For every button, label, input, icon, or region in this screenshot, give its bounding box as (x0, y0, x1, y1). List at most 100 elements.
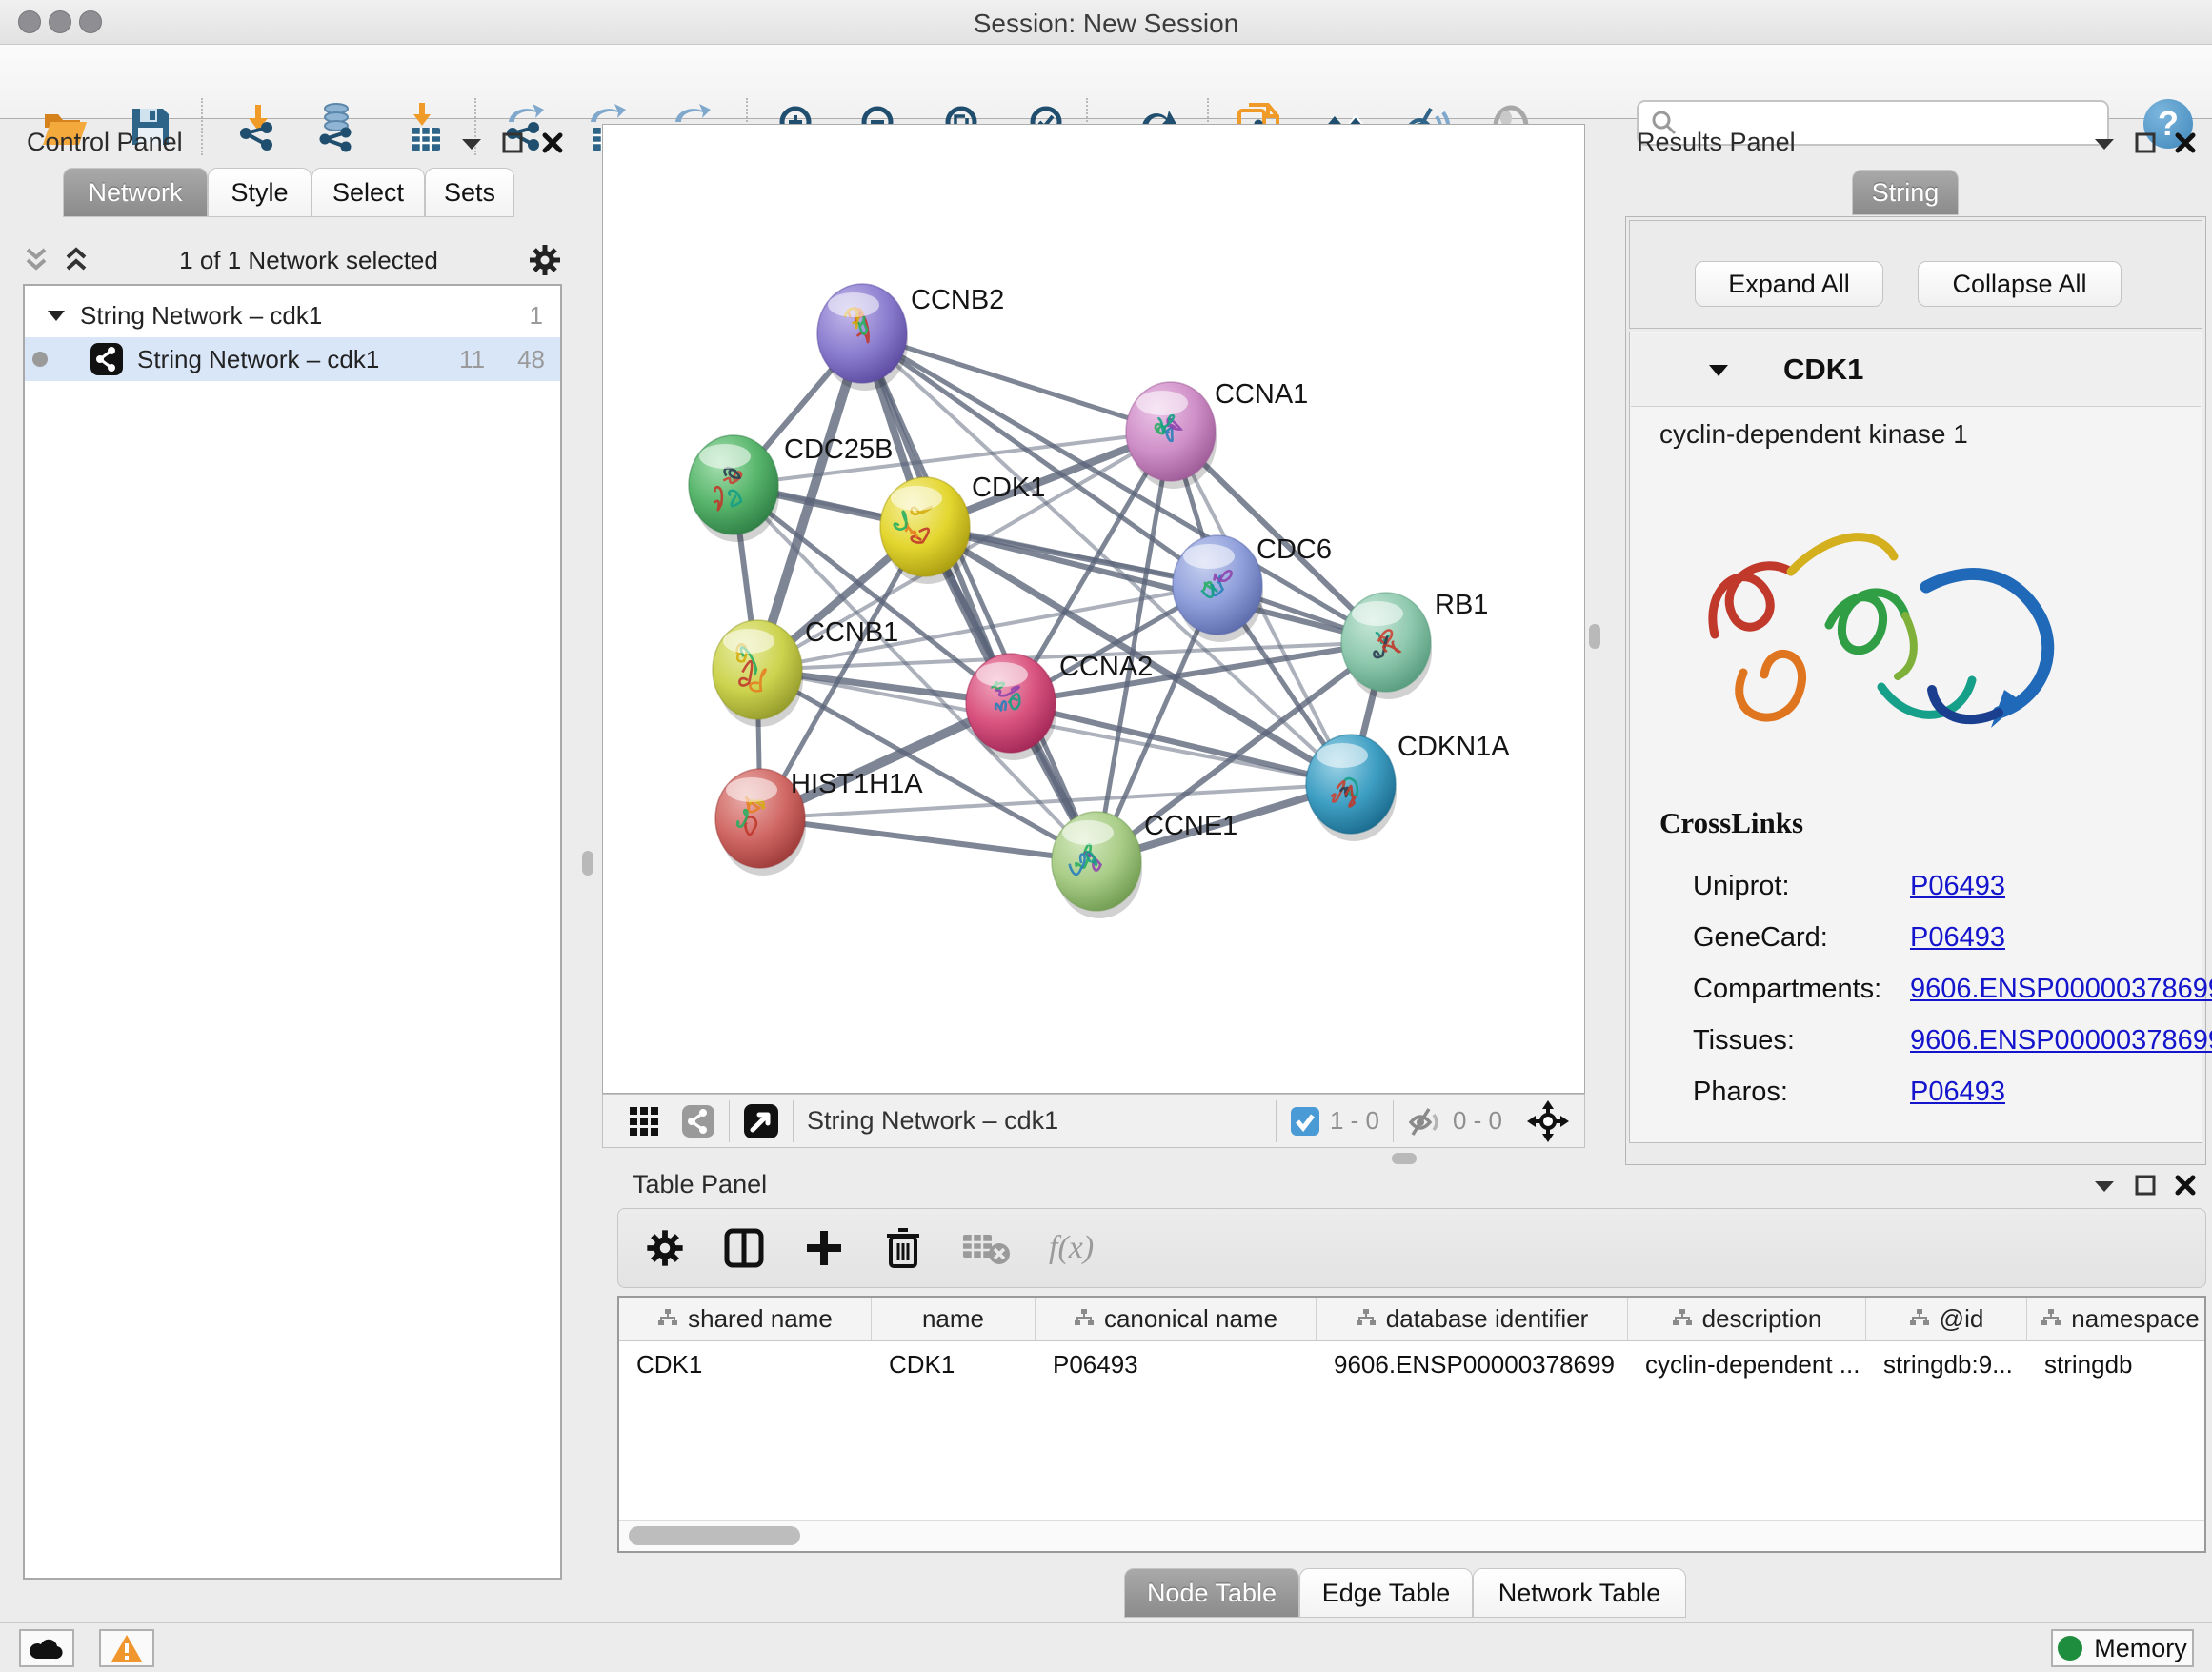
open-in-new-window-icon[interactable] (743, 1103, 779, 1139)
float-panel-icon[interactable] (2134, 1174, 2157, 1197)
scrollbar-thumb[interactable] (629, 1526, 800, 1545)
node-label: CCNA2 (1059, 652, 1153, 682)
table-gear-icon[interactable] (645, 1228, 685, 1268)
crosslink-value-link[interactable]: 9606.ENSP00000378699 (1910, 974, 2212, 1004)
close-panel-icon[interactable] (541, 131, 564, 154)
cloud-status-button[interactable] (19, 1629, 74, 1667)
left-splitter-handle[interactable] (582, 851, 593, 876)
node-label: HIST1H1A (791, 769, 923, 799)
column-header-namespace[interactable]: namespace (2027, 1298, 2206, 1340)
node-table[interactable]: shared namenamecanonical namedatabase id… (617, 1296, 2206, 1553)
table-cell[interactable]: CDK1 (872, 1345, 1036, 1383)
tab-node-table[interactable]: Node Table (1124, 1568, 1299, 1618)
network-status-dot (32, 352, 48, 367)
grid-view-icon[interactable] (628, 1105, 660, 1138)
float-panel-icon[interactable] (501, 131, 524, 154)
collapse-all-button[interactable]: Collapse All (1918, 261, 2122, 307)
network-badge-icon[interactable] (681, 1104, 715, 1138)
tab-string[interactable]: String (1852, 170, 1959, 215)
crosslinks-section: CrossLinks (1659, 806, 1803, 840)
tab-select[interactable]: Select (312, 168, 425, 217)
warning-status-button[interactable] (99, 1629, 154, 1667)
gene-header[interactable]: CDK1 (1631, 333, 2201, 407)
crosslink-row: GeneCard:P06493 (1693, 922, 2005, 954)
memory-button[interactable]: Memory (2051, 1629, 2194, 1667)
delete-table-icon[interactable] (961, 1229, 1011, 1267)
node-label: CCNA1 (1215, 379, 1308, 410)
table-cell[interactable]: cyclin-dependent ... (1628, 1345, 1866, 1383)
column-header--id[interactable]: @id (1866, 1298, 2027, 1340)
crosslink-value-link[interactable]: P06493 (1910, 922, 2005, 953)
tab-network-table[interactable]: Network Table (1473, 1568, 1686, 1618)
collection-expander-icon[interactable] (46, 307, 67, 324)
network-node[interactable] (1126, 382, 1217, 489)
column-header-name[interactable]: name (872, 1298, 1036, 1340)
delete-column-icon[interactable] (883, 1226, 923, 1270)
table-cell[interactable]: stringdb:9... (1866, 1345, 2027, 1383)
network-node-count: 11 (459, 345, 485, 374)
right-splitter-handle[interactable] (1589, 624, 1600, 649)
table-cell[interactable]: P06493 (1036, 1345, 1317, 1383)
selected-checkbox-icon[interactable] (1290, 1106, 1320, 1137)
network-node[interactable] (689, 435, 779, 542)
crosslink-label: Pharos: (1693, 1077, 1910, 1108)
pan-move-icon[interactable] (1527, 1100, 1569, 1142)
node-label: CDK1 (972, 473, 1045, 503)
node-label: CDKN1A (1398, 732, 1510, 762)
network-node[interactable] (1306, 735, 1397, 841)
network-row[interactable]: String Network – cdk1 11 48 (25, 337, 560, 381)
table-cell[interactable]: 9606.ENSP00000378699 (1317, 1345, 1628, 1383)
column-header-shared-name[interactable]: shared name (619, 1298, 872, 1340)
crosslink-row: Compartments:9606.ENSP00000378699 (1693, 974, 2212, 1005)
expand-all-networks-icon[interactable] (23, 246, 50, 274)
tab-style[interactable]: Style (208, 168, 312, 217)
warning-icon (111, 1634, 143, 1662)
import-network-icon[interactable] (231, 100, 285, 153)
crosslink-row: Uniprot:P06493 (1693, 871, 2005, 902)
float-panel-icon[interactable] (2134, 131, 2157, 154)
crosslink-value-link[interactable]: P06493 (1910, 1077, 2005, 1107)
column-header-label: namespace (2071, 1304, 2199, 1334)
show-columns-icon[interactable] (723, 1227, 765, 1269)
crosslink-value-link[interactable]: P06493 (1910, 871, 2005, 901)
bottom-splitter-handle[interactable] (1392, 1153, 1417, 1164)
collection-count: 1 (530, 301, 543, 331)
collapse-panel-icon[interactable] (459, 133, 484, 152)
close-panel-icon[interactable] (2174, 1174, 2197, 1197)
function-builder-icon[interactable]: f(x) (1049, 1230, 1094, 1266)
close-panel-icon[interactable] (2174, 131, 2197, 154)
column-header-label: description (1702, 1304, 1822, 1334)
main-toolbar: ? (0, 45, 2212, 119)
network-node[interactable] (880, 477, 971, 584)
collapse-all-networks-icon[interactable] (63, 246, 90, 274)
collapse-panel-icon[interactable] (2092, 1176, 2117, 1195)
table-cell[interactable]: stringdb (2027, 1345, 2206, 1383)
collapse-panel-icon[interactable] (2092, 133, 2117, 152)
column-header-description[interactable]: description (1628, 1298, 1866, 1340)
table-horizontal-scrollbar[interactable] (619, 1520, 2204, 1551)
node-label: RB1 (1435, 590, 1488, 620)
tab-sets[interactable]: Sets (425, 168, 514, 217)
network-collection-row[interactable]: String Network – cdk1 1 (25, 293, 560, 337)
network-node[interactable] (713, 620, 803, 727)
shared-column-icon (1356, 1308, 1377, 1329)
column-header-canonical-name[interactable]: canonical name (1036, 1298, 1317, 1340)
gene-expander-icon[interactable] (1707, 360, 1730, 379)
crosslink-value-link[interactable]: 9606.ENSP00000378699 (1910, 1025, 2212, 1056)
expand-all-button[interactable]: Expand All (1695, 261, 1883, 307)
add-column-icon[interactable] (803, 1227, 845, 1269)
network-node[interactable] (1173, 535, 1263, 642)
tab-network[interactable]: Network (63, 168, 208, 217)
import-table-icon[interactable] (399, 100, 452, 153)
tab-edge-table[interactable]: Edge Table (1299, 1568, 1473, 1618)
network-node[interactable] (1052, 812, 1142, 918)
hidden-eye-icon[interactable] (1407, 1105, 1443, 1138)
network-node[interactable] (1341, 593, 1432, 699)
column-header-database-identifier[interactable]: database identifier (1317, 1298, 1628, 1340)
crosslink-row: Pharos:P06493 (1693, 1077, 2005, 1108)
import-database-icon[interactable] (311, 100, 364, 153)
network-node[interactable] (966, 654, 1056, 760)
table-cell[interactable]: CDK1 (619, 1345, 872, 1383)
network-canvas[interactable]: CCNB2CCNA1CDC25BCDK1CDC6RB1CCNB1CCNA2CDK… (602, 124, 1585, 1094)
network-options-gear-icon[interactable] (528, 243, 562, 277)
